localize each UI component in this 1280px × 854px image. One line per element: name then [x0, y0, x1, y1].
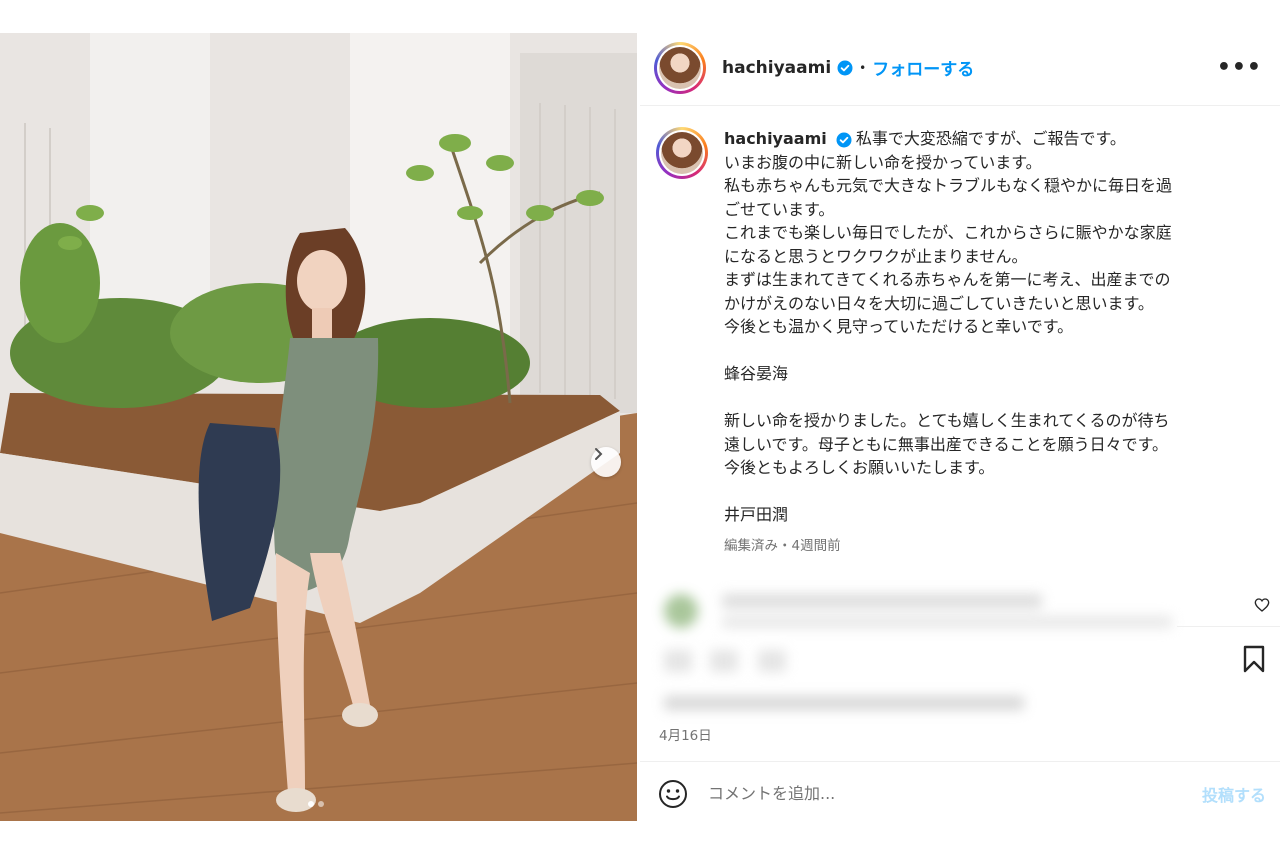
post-header: hachiyaami • フォローする ••• — [640, 33, 1280, 106]
caption-line: 今後ともよろしくお願いいたします。 — [724, 458, 995, 477]
more-options-icon[interactable]: ••• — [1217, 55, 1262, 80]
verified-badge-icon — [837, 60, 853, 75]
carousel-dots — [308, 801, 324, 807]
heart-icon[interactable] — [1254, 597, 1270, 613]
caption-meta[interactable]: 編集済み・4週間前 — [724, 535, 1244, 559]
comment-input[interactable] — [708, 780, 1168, 806]
divider — [1177, 626, 1280, 627]
bookmark-icon[interactable] — [1242, 645, 1266, 673]
caption-line: hachiyaami 私事で大変恐縮ですが、ご報告です。 — [724, 127, 1244, 151]
photo-illustration — [0, 33, 637, 821]
header-separator: • — [859, 60, 867, 75]
post-side-panel: hachiyaami • フォローする ••• hachiyaami 私事で大変… — [640, 33, 1280, 821]
avatar-frame — [659, 130, 705, 176]
comment-bar: 投稿する — [640, 761, 1280, 821]
carousel-next-button[interactable] — [591, 447, 621, 477]
caption-line: 遠しいです。母子ともに無事出産できることを願う日々です。 — [724, 434, 1169, 454]
caption-line: これまでも楽しい毎日でしたが、これからさらに賑やかな家庭 — [724, 223, 1172, 242]
caption-line-text: 私事で大変恐縮ですが、ご報告です。 — [855, 129, 1126, 148]
post-comment-button[interactable]: 投稿する — [1202, 782, 1266, 806]
caption-line: 新しい命を授かりました。とても嬉しく生まれてくるのが待ち — [724, 411, 1170, 430]
caption-line — [724, 386, 1244, 410]
carousel-dot-active — [308, 801, 314, 807]
author-avatar[interactable] — [654, 42, 706, 94]
caption-line: になると思うとワクワクが止まりません。 — [724, 246, 1028, 266]
caption-line — [724, 339, 1244, 363]
caption-line — [724, 480, 1244, 504]
post-date[interactable]: 4月16日 — [659, 724, 712, 744]
caption-avatar[interactable] — [656, 127, 708, 179]
blurred-comments — [642, 588, 1242, 720]
caption-username[interactable]: hachiyaami — [724, 129, 827, 148]
caption-line: まずは生まれてきてくれる赤ちゃんを第一に考え、出産までの — [724, 270, 1171, 289]
caption-line: ごせています。 — [724, 199, 835, 219]
emoji-icon[interactable] — [658, 779, 688, 809]
avatar-image — [661, 132, 703, 174]
avatar-frame — [657, 45, 703, 91]
caption-text: hachiyaami 私事で大変恐縮ですが、ご報告です。 いまお腹の中に新しい命… — [724, 127, 1244, 558]
chevron-right-icon — [595, 448, 603, 460]
verified-badge-icon — [836, 132, 852, 147]
avatar-image — [659, 47, 701, 89]
caption-line: いまお腹の中に新しい命を授かっています。 — [724, 152, 1042, 172]
caption-line: 私も赤ちゃんも元気で大きなトラブルもなく穏やかに毎日を過 — [724, 176, 1173, 195]
carousel-dot — [318, 801, 324, 807]
post-photo[interactable] — [0, 33, 637, 821]
caption-line: 井戸田潤 — [724, 505, 789, 524]
caption-line: かけがえのない日々を大切に過ごしていきたいと思います。 — [724, 293, 1154, 313]
caption-line: 今後とも温かく見守っていただけると幸いです。 — [724, 317, 1074, 336]
header-username[interactable]: hachiyaami — [722, 58, 831, 78]
follow-button[interactable]: フォローする — [872, 55, 974, 80]
header-user-row: hachiyaami • フォローする — [722, 55, 974, 81]
caption-line: 蜂谷晏海 — [724, 364, 789, 383]
